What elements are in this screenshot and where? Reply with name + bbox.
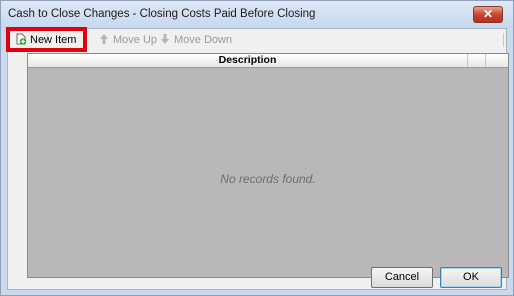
close-button[interactable]: ✕: [473, 6, 503, 23]
move-down-button[interactable]: Move Down: [159, 32, 232, 48]
column-header-blank: [468, 54, 486, 67]
ok-button[interactable]: OK: [440, 267, 502, 288]
ok-label: OK: [463, 271, 479, 283]
empty-message: No records found.: [220, 172, 316, 186]
grid-header: Description: [28, 54, 508, 68]
highlight-box: [6, 27, 87, 52]
toolbar: New Item Move Up Move Down: [6, 27, 506, 52]
title-bar: Cash to Close Changes - Closing Costs Pa…: [1, 1, 513, 28]
dialog-window: Cash to Close Changes - Closing Costs Pa…: [0, 0, 514, 296]
move-down-label: Move Down: [174, 34, 233, 46]
arrow-down-icon: [159, 33, 171, 45]
cancel-label: Cancel: [384, 271, 420, 283]
window-title: Cash to Close Changes - Closing Costs Pa…: [8, 8, 316, 20]
arrow-up-icon: [98, 33, 110, 45]
dialog-body: New Item Move Up Move Down Description N…: [6, 27, 509, 290]
cancel-button[interactable]: Cancel: [371, 267, 433, 288]
column-header-description[interactable]: Description: [28, 54, 468, 67]
toolbar-separator: [503, 33, 504, 47]
move-up-button[interactable]: Move Up: [98, 32, 157, 48]
records-grid[interactable]: Description No records found.: [27, 53, 509, 278]
move-up-label: Move Up: [113, 34, 158, 46]
